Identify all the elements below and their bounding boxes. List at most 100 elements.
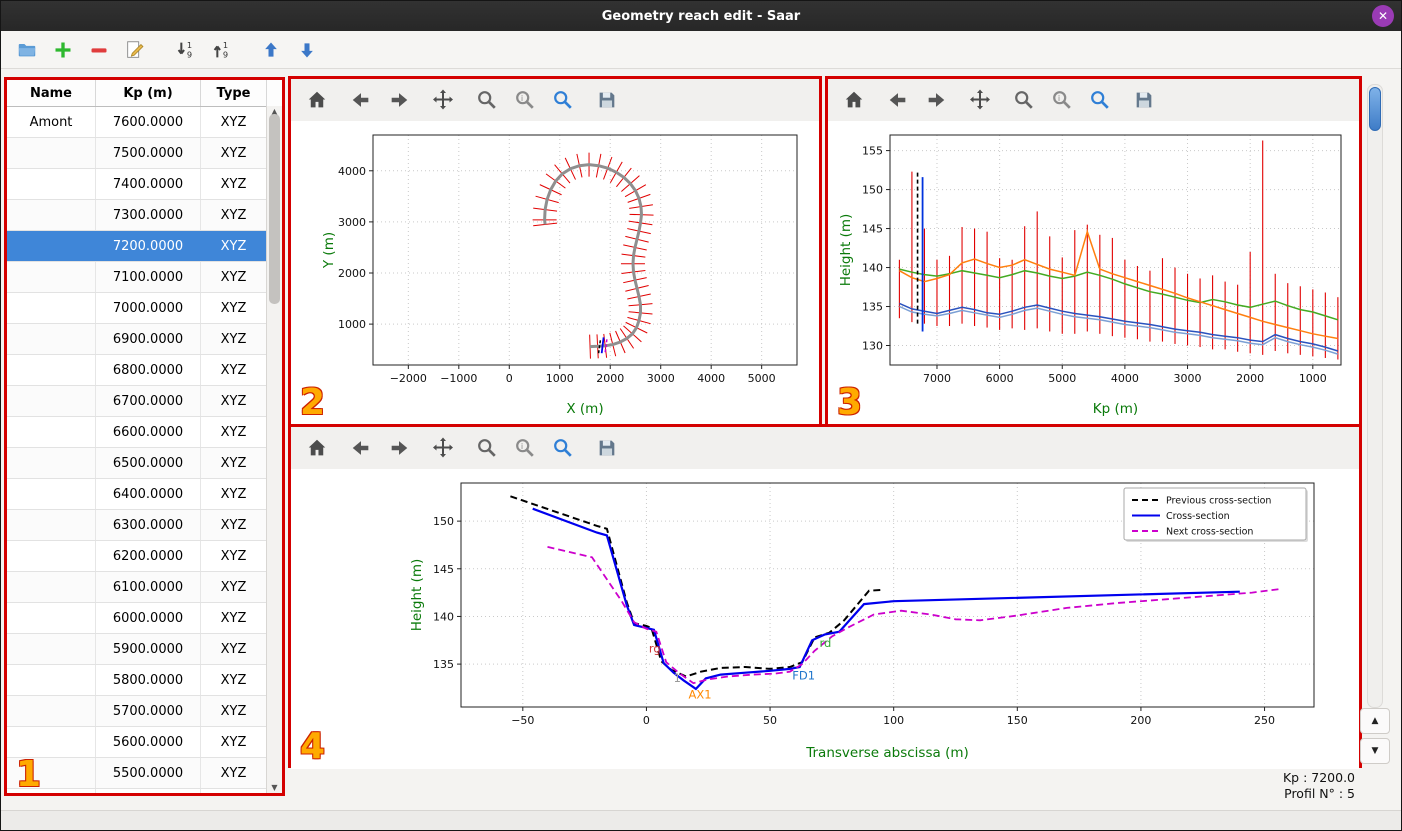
table-row[interactable]: 6500.0000 XYZ bbox=[7, 448, 282, 479]
cell-name[interactable] bbox=[7, 758, 96, 788]
longitudinal-chart[interactable]: 7000 6000 5000 4000 3000 2000 1000 130 135 140 145… bbox=[828, 121, 1359, 421]
cell-kp[interactable]: 7500.0000 bbox=[96, 138, 201, 168]
cell-name[interactable] bbox=[7, 386, 96, 416]
cell-kp[interactable]: 7200.0000 bbox=[96, 231, 201, 261]
cell-kp[interactable]: 5900.0000 bbox=[96, 634, 201, 664]
cell-type[interactable]: XYZ bbox=[201, 603, 267, 633]
cell-type[interactable]: XYZ bbox=[201, 572, 267, 602]
save-button[interactable] bbox=[1130, 86, 1158, 114]
scroll-down-arrow-icon[interactable]: ▼ bbox=[267, 783, 282, 792]
zoom-info-button[interactable]: i bbox=[511, 434, 539, 462]
close-button[interactable]: ✕ bbox=[1372, 5, 1394, 27]
edit-profile-button[interactable] bbox=[121, 36, 149, 64]
table-scrollbar-thumb[interactable] bbox=[269, 114, 280, 304]
home-button[interactable] bbox=[303, 434, 331, 462]
sort-descending-button[interactable]: 19 bbox=[171, 36, 199, 64]
cell-type[interactable]: XYZ bbox=[201, 789, 267, 793]
cell-name[interactable] bbox=[7, 789, 96, 793]
cell-kp[interactable]: 5700.0000 bbox=[96, 696, 201, 726]
zoom-region-button[interactable] bbox=[549, 434, 577, 462]
forward-button[interactable] bbox=[385, 86, 413, 114]
cell-kp[interactable]: 6800.0000 bbox=[96, 355, 201, 385]
table-row[interactable]: 7400.0000 XYZ bbox=[7, 169, 282, 200]
table-row[interactable]: 6000.0000 XYZ bbox=[7, 603, 282, 634]
table-row[interactable]: 5800.0000 XYZ bbox=[7, 665, 282, 696]
zoom-info-button[interactable]: i bbox=[511, 86, 539, 114]
column-header-name[interactable]: Name bbox=[7, 80, 96, 106]
cell-name[interactable] bbox=[7, 665, 96, 695]
zoom-button[interactable] bbox=[473, 86, 501, 114]
save-button[interactable] bbox=[593, 86, 621, 114]
home-button[interactable] bbox=[840, 86, 868, 114]
cell-kp[interactable]: 6300.0000 bbox=[96, 510, 201, 540]
cell-type[interactable]: XYZ bbox=[201, 138, 267, 168]
cell-name[interactable] bbox=[7, 262, 96, 292]
title-bar[interactable]: Geometry reach edit - Saar ✕ bbox=[1, 1, 1401, 32]
cell-name[interactable] bbox=[7, 417, 96, 447]
forward-button[interactable] bbox=[922, 86, 950, 114]
cell-type[interactable]: XYZ bbox=[201, 634, 267, 664]
zoom-region-button[interactable] bbox=[1086, 86, 1114, 114]
move-down-button[interactable] bbox=[293, 36, 321, 64]
cell-name[interactable] bbox=[7, 200, 96, 230]
cell-name[interactable] bbox=[7, 510, 96, 540]
cell-name[interactable] bbox=[7, 293, 96, 323]
plan-chart[interactable]: −2000 −1000 0 1000 2000 3000 4000 5000 1000 2000 3… bbox=[291, 121, 819, 421]
cell-name[interactable] bbox=[7, 231, 96, 261]
table-row[interactable]: 6800.0000 XYZ bbox=[7, 355, 282, 386]
zoom-button[interactable] bbox=[473, 434, 501, 462]
table-row[interactable]: 6300.0000 XYZ bbox=[7, 510, 282, 541]
pan-button[interactable] bbox=[429, 434, 457, 462]
cell-type[interactable]: XYZ bbox=[201, 665, 267, 695]
cell-kp[interactable]: 7100.0000 bbox=[96, 262, 201, 292]
cell-kp[interactable]: 6500.0000 bbox=[96, 448, 201, 478]
cell-type[interactable]: XYZ bbox=[201, 169, 267, 199]
cell-type[interactable]: XYZ bbox=[201, 479, 267, 509]
cell-type[interactable]: XYZ bbox=[201, 696, 267, 726]
cell-type[interactable]: XYZ bbox=[201, 355, 267, 385]
cell-kp[interactable]: 7400.0000 bbox=[96, 169, 201, 199]
sort-ascending-button[interactable]: 19 bbox=[207, 36, 235, 64]
cell-kp[interactable]: 6400.0000 bbox=[96, 479, 201, 509]
previous-profile-button[interactable]: ▲ bbox=[1360, 708, 1390, 734]
cell-type[interactable]: XYZ bbox=[201, 386, 267, 416]
next-profile-button[interactable]: ▼ bbox=[1360, 738, 1390, 764]
cell-name[interactable]: Amont bbox=[7, 107, 96, 137]
table-row[interactable]: 5500.0000 XYZ bbox=[7, 758, 282, 789]
cell-kp[interactable]: 7600.0000 bbox=[96, 107, 201, 137]
table-row[interactable]: Amont 7600.0000 XYZ bbox=[7, 107, 282, 138]
zoom-info-button[interactable]: i bbox=[1048, 86, 1076, 114]
table-row[interactable]: 7000.0000 XYZ bbox=[7, 293, 282, 324]
cell-type[interactable]: XYZ bbox=[201, 107, 267, 137]
back-button[interactable] bbox=[884, 86, 912, 114]
back-button[interactable] bbox=[347, 86, 375, 114]
cell-kp[interactable]: 6600.0000 bbox=[96, 417, 201, 447]
add-profile-button[interactable] bbox=[49, 36, 77, 64]
table-row[interactable]: 7500.0000 XYZ bbox=[7, 138, 282, 169]
cell-kp[interactable]: 7000.0000 bbox=[96, 293, 201, 323]
table-row[interactable]: 5900.0000 XYZ bbox=[7, 634, 282, 665]
pan-button[interactable] bbox=[429, 86, 457, 114]
cell-kp[interactable]: 5800.0000 bbox=[96, 665, 201, 695]
cross-section-chart[interactable]: −50 0 50 100 150 200 250 135 140 145 150 Transverse… bbox=[291, 469, 1359, 765]
cell-name[interactable] bbox=[7, 572, 96, 602]
back-button[interactable] bbox=[347, 434, 375, 462]
cell-type[interactable]: XYZ bbox=[201, 727, 267, 757]
pan-button[interactable] bbox=[966, 86, 994, 114]
cell-name[interactable] bbox=[7, 634, 96, 664]
save-button[interactable] bbox=[593, 434, 621, 462]
cell-name[interactable] bbox=[7, 138, 96, 168]
table-row[interactable]: 6100.0000 XYZ bbox=[7, 572, 282, 603]
cell-kp[interactable]: 6900.0000 bbox=[96, 324, 201, 354]
zoom-button[interactable] bbox=[1010, 86, 1038, 114]
cell-type[interactable]: XYZ bbox=[201, 417, 267, 447]
cell-kp[interactable]: 6100.0000 bbox=[96, 572, 201, 602]
cell-type[interactable]: XYZ bbox=[201, 510, 267, 540]
table-row[interactable]: 5600.0000 XYZ bbox=[7, 727, 282, 758]
column-header-kp[interactable]: Kp (m) bbox=[96, 80, 201, 106]
cell-type[interactable]: XYZ bbox=[201, 541, 267, 571]
cell-name[interactable] bbox=[7, 479, 96, 509]
cell-name[interactable] bbox=[7, 169, 96, 199]
table-scrollbar[interactable]: ▲ ▼ bbox=[266, 106, 282, 793]
table-row[interactable]: 6700.0000 XYZ bbox=[7, 386, 282, 417]
